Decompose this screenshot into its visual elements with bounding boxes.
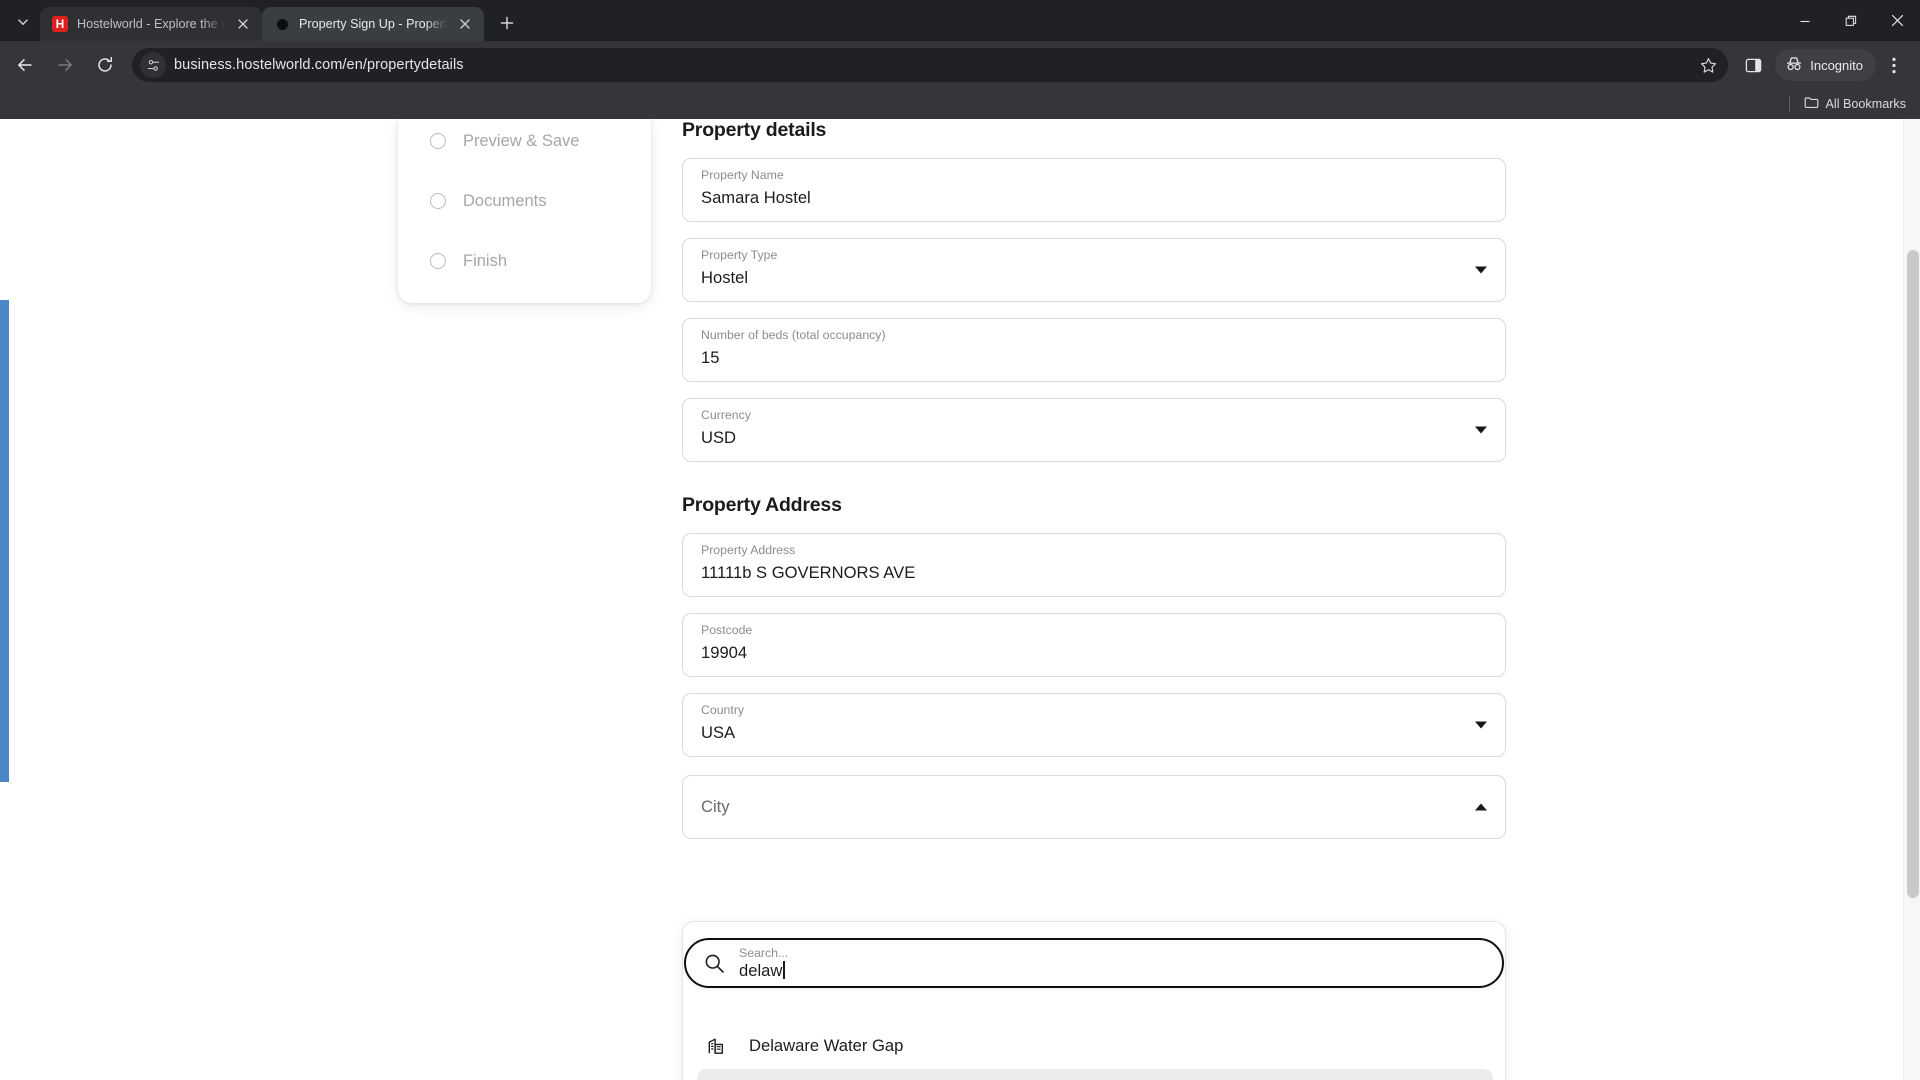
- city-options-list: Delaware Water Gap Rehoboth, Delaware: [683, 1022, 1507, 1080]
- back-button[interactable]: [9, 49, 41, 81]
- incognito-label: Incognito: [1810, 57, 1863, 73]
- scrollbar-thumb[interactable]: [1906, 250, 1919, 898]
- city-placeholder: City: [701, 797, 730, 816]
- chevron-down-icon[interactable]: [1475, 721, 1487, 729]
- page-dot-icon: [274, 16, 290, 32]
- hostelworld-h-icon: H: [52, 16, 68, 32]
- minimize-icon[interactable]: [1782, 0, 1828, 41]
- property-name-field[interactable]: Property Name Samara Hostel: [682, 158, 1506, 222]
- field-value: 15: [701, 348, 720, 367]
- close-icon[interactable]: [1874, 0, 1920, 41]
- incognito-hat-icon: [1785, 56, 1803, 74]
- field-value: USD: [701, 428, 737, 447]
- all-bookmarks-label: All Bookmarks: [1825, 97, 1906, 111]
- close-icon[interactable]: [456, 15, 474, 33]
- tab-search-icon[interactable]: [8, 7, 38, 37]
- step-circle-icon: [430, 193, 446, 209]
- search-value: delaw: [739, 960, 783, 980]
- tab-title: Hostelworld - Explore the world: [77, 17, 225, 31]
- field-value: Samara Hostel: [701, 188, 811, 207]
- property-type-select[interactable]: Property Type Hostel: [682, 238, 1506, 302]
- incognito-indicator[interactable]: Incognito: [1775, 49, 1876, 81]
- field-label: Currency: [701, 408, 751, 422]
- browser-window: H Hostelworld - Explore the world Proper…: [0, 0, 1920, 1080]
- reload-button[interactable]: [89, 49, 121, 81]
- field-value: 11111b S GOVERNORS AVE: [701, 563, 916, 582]
- field-label: Number of beds (total occupancy): [701, 328, 886, 342]
- forward-button[interactable]: [49, 49, 81, 81]
- city-option-item[interactable]: Delaware Water Gap: [697, 1022, 1493, 1069]
- postcode-field[interactable]: Postcode 19904: [682, 613, 1506, 677]
- search-icon: [704, 953, 728, 974]
- field-label: Property Address: [701, 543, 796, 557]
- chevron-down-icon[interactable]: [1475, 426, 1487, 434]
- folder-icon: [1804, 96, 1819, 112]
- step-circle-icon: [430, 253, 446, 269]
- city-dropdown-panel: Search... delaw Delaware Water Gap: [682, 921, 1506, 1080]
- field-label: Postcode: [701, 623, 753, 637]
- search-placeholder-label: Search...: [739, 945, 789, 960]
- signup-progress-card: Preview & Save Documents Finish: [398, 119, 651, 303]
- step-label: Preview & Save: [463, 131, 580, 150]
- address-bar-url: business.hostelworld.com/en/propertydeta…: [174, 57, 464, 73]
- text-caret: [783, 961, 785, 979]
- browser-tab-1[interactable]: H Hostelworld - Explore the world: [40, 7, 262, 41]
- field-value: USA: [701, 723, 736, 742]
- caret-up-icon[interactable]: [1475, 803, 1487, 811]
- side-panel-icon[interactable]: [1737, 49, 1769, 81]
- field-value: Hostel: [701, 268, 749, 287]
- window-controls: [1782, 0, 1920, 41]
- step-label: Finish: [463, 251, 508, 270]
- field-label: Property Type: [701, 248, 778, 262]
- step-circle-icon: [430, 133, 446, 149]
- sidebar-item-preview-save[interactable]: Preview & Save: [398, 119, 651, 171]
- left-accent-rail: [0, 300, 9, 782]
- property-address-field[interactable]: Property Address 11111b S GOVERNORS AVE: [682, 533, 1506, 597]
- sidebar-item-documents[interactable]: Documents: [398, 171, 651, 231]
- bookmarks-divider: [1788, 96, 1790, 112]
- currency-select[interactable]: Currency USD: [682, 398, 1506, 462]
- page-viewport: Preview & Save Documents Finish Property…: [0, 119, 1920, 1080]
- browser-toolbar: business.hostelworld.com/en/propertydeta…: [0, 41, 1920, 89]
- city-option-label: Delaware Water Gap: [749, 1035, 904, 1055]
- field-label: Country: [701, 703, 745, 717]
- number-of-beds-field[interactable]: Number of beds (total occupancy) 15: [682, 318, 1506, 382]
- browser-tab-2[interactable]: Property Sign Up - Property and: [262, 7, 484, 41]
- page-settings-icon[interactable]: [140, 52, 166, 78]
- bookmarks-bar: All Bookmarks: [0, 89, 1920, 119]
- field-label: Property Name: [701, 168, 784, 182]
- country-select[interactable]: Country USA: [682, 693, 1506, 757]
- tab-strip: H Hostelworld - Explore the world Proper…: [0, 0, 1920, 41]
- city-select[interactable]: City: [682, 775, 1506, 839]
- city-option-item[interactable]: Rehoboth, Delaware: [697, 1069, 1493, 1080]
- restore-icon[interactable]: [1828, 0, 1874, 41]
- city-building-icon: [707, 1037, 727, 1055]
- field-value: 19904: [701, 643, 748, 662]
- city-search-input[interactable]: Search... delaw: [684, 938, 1504, 988]
- three-dots-vertical-icon[interactable]: [1878, 49, 1910, 81]
- new-tab-button[interactable]: [492, 8, 522, 38]
- step-label: Documents: [463, 191, 547, 210]
- sidebar-item-finish[interactable]: Finish: [398, 231, 651, 291]
- star-icon[interactable]: [1694, 51, 1722, 79]
- property-address-heading: Property Address: [682, 494, 842, 516]
- chevron-down-icon[interactable]: [1475, 266, 1487, 274]
- address-bar[interactable]: business.hostelworld.com/en/propertydeta…: [132, 48, 1729, 82]
- page-scrollbar[interactable]: [1903, 119, 1920, 1080]
- search-value-wrapper: delaw: [739, 960, 788, 981]
- tab-title: Property Sign Up - Property and: [299, 17, 447, 31]
- all-bookmarks-button[interactable]: All Bookmarks: [1804, 96, 1906, 112]
- close-icon[interactable]: [234, 15, 252, 33]
- property-details-heading: Property details: [682, 119, 827, 141]
